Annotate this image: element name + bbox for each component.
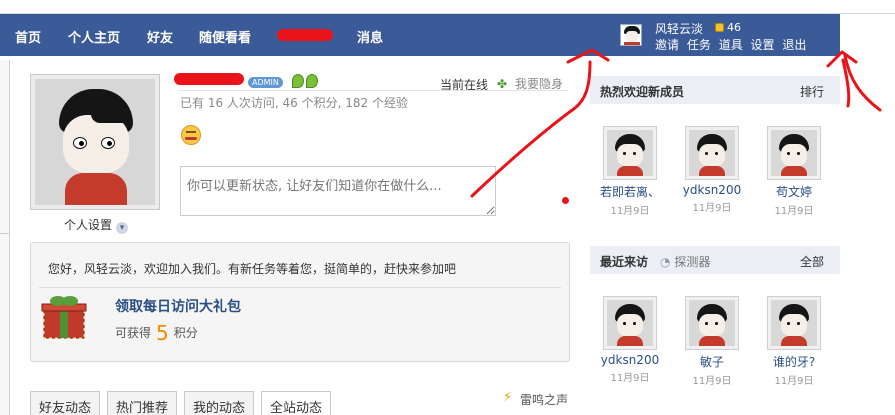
visitor-card[interactable]: ydksn200 11月9日: [590, 296, 670, 384]
earn-suffix: 积分: [173, 326, 198, 340]
member-card[interactable]: 苟文婷 11月9日: [754, 126, 834, 217]
browser-top-strip: [0, 0, 895, 14]
link-logout[interactable]: 退出: [782, 38, 806, 52]
member-date: 11月9日: [610, 206, 650, 217]
member-date: 11月9日: [774, 206, 814, 217]
daily-gift-link[interactable]: 领取每日访问大礼包: [115, 296, 241, 316]
link-items[interactable]: 道具: [719, 38, 743, 52]
clover-icon: ✤: [497, 77, 508, 91]
probe-link[interactable]: ◔ 探测器: [660, 253, 710, 270]
tab-all-feed[interactable]: 全站动态: [261, 391, 332, 415]
member-name[interactable]: 若即若离、: [590, 183, 670, 200]
member-card[interactable]: 若即若离、 11月9日: [590, 126, 670, 217]
nav-friends[interactable]: 好友: [147, 27, 173, 46]
radar-icon: ◔: [660, 255, 671, 269]
probe-label: 探测器: [674, 255, 711, 269]
member-name[interactable]: 苟文婷: [754, 183, 834, 200]
link-settings[interactable]: 设置: [751, 38, 775, 52]
visitor-name[interactable]: 敏子: [672, 353, 752, 370]
thunder-icon: ⚡: [503, 390, 513, 405]
coin-value: 46: [727, 21, 741, 34]
member-card[interactable]: ydksn200 11月9日: [672, 126, 752, 214]
welcome-notice: 您好，风轻云淡，欢迎加入我们。有新任务等着您，挺简单的，赶快来参加吧 领取每日访…: [30, 242, 570, 362]
member-avatar[interactable]: [685, 126, 739, 180]
user-links: 邀请 任务 道具 设置 退出: [655, 36, 810, 53]
visitor-name[interactable]: ydksn200: [590, 353, 670, 367]
nav-my-home[interactable]: 个人主页: [68, 27, 120, 46]
visitor-name[interactable]: 谁的牙?: [754, 353, 834, 370]
user-avatar[interactable]: [620, 24, 642, 46]
nav-messages[interactable]: 消息: [357, 27, 383, 46]
visitor-avatar[interactable]: [767, 296, 821, 350]
welcome-text: 您好，风轻云淡，欢迎加入我们。有新任务等着您，挺简单的，赶快来参加吧: [48, 262, 457, 276]
visitor-card[interactable]: 谁的牙? 11月9日: [754, 296, 834, 387]
nav-home[interactable]: 首页: [15, 27, 41, 46]
all-visitors-link[interactable]: 全部: [800, 253, 824, 270]
link-invite[interactable]: 邀请: [655, 38, 679, 52]
annotation-arrow-right-tail: [841, 58, 851, 108]
profile-avatar[interactable]: [30, 74, 160, 210]
new-members-header: 热烈欢迎新成员 排行: [590, 76, 840, 104]
tab-my-feed[interactable]: 我的动态: [184, 391, 255, 415]
redacted-nav-item: [277, 29, 333, 41]
ranking-link[interactable]: 排行: [800, 83, 824, 100]
visitor-card[interactable]: 敏子 11月9日: [672, 296, 752, 387]
earn-points: 5: [156, 321, 169, 345]
redacted-profile-name: [174, 73, 244, 85]
top-navbar: 首页 个人主页 好友 随便看看 消息 风轻云淡 46 邀请 任务 道具 设置 退…: [0, 14, 840, 56]
user-name[interactable]: 风轻云淡: [655, 20, 703, 37]
earn-prefix: 可获得: [115, 326, 152, 340]
new-members-title: 热烈欢迎新成员: [600, 85, 685, 99]
recent-visitors-header: 最近来访 ◔ 探测器 全部: [590, 246, 840, 274]
link-tasks[interactable]: 任务: [687, 38, 711, 52]
member-avatar[interactable]: [767, 126, 821, 180]
gift-icon: [41, 296, 87, 339]
thunder-link[interactable]: 雷鸣之声: [520, 391, 568, 408]
visitor-date: 11月9日: [610, 373, 650, 384]
tab-friends-feed[interactable]: 好友动态: [30, 391, 101, 415]
stats-divider: [178, 90, 568, 91]
coin-icon: [715, 23, 724, 32]
notice-divider: [39, 287, 561, 288]
visitor-avatar[interactable]: [603, 296, 657, 350]
left-sidebar-divider: [0, 233, 10, 415]
tab-hot[interactable]: 热门推荐: [107, 391, 178, 415]
recent-visitors-title: 最近来访: [600, 255, 649, 269]
admin-badge: ADMIN: [248, 77, 283, 88]
profile-stats: 已有 16 人次访问, 46 个积分, 182 个经验: [180, 96, 408, 110]
coin-count: 46: [715, 21, 741, 34]
medal-icon: [292, 74, 304, 88]
member-name[interactable]: ydksn200: [672, 183, 752, 197]
chevron-down-icon: ▾: [116, 222, 129, 234]
gift-earn-text: 可获得 5 积分: [115, 321, 198, 345]
medal-icon-2: [306, 74, 318, 88]
visitor-date: 11月9日: [774, 376, 814, 387]
annotation-arrow-right: [843, 54, 882, 112]
member-avatar[interactable]: [603, 126, 657, 180]
profile-settings-link[interactable]: 个人设置 ▾: [64, 216, 129, 234]
member-date: 11月9日: [692, 203, 732, 214]
status-input[interactable]: [180, 166, 496, 216]
profile-settings-label: 个人设置: [64, 218, 113, 232]
mood-emoji-icon[interactable]: [181, 125, 201, 145]
annotation-dot: [562, 197, 569, 204]
visitor-avatar[interactable]: [685, 296, 739, 350]
nav-browse[interactable]: 随便看看: [199, 27, 251, 46]
visitor-date: 11月9日: [692, 376, 732, 387]
